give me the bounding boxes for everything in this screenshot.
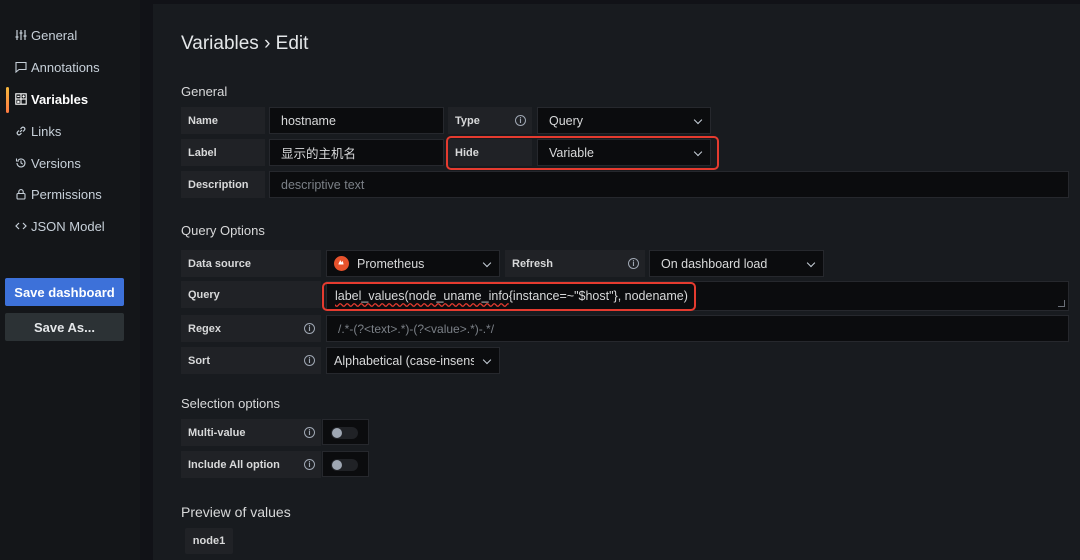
include-all-toggle[interactable] bbox=[331, 459, 358, 471]
multi-value-toggle[interactable] bbox=[331, 427, 358, 439]
description-label: Description bbox=[181, 171, 265, 198]
sidebar-item-links[interactable]: Links bbox=[0, 117, 140, 145]
save-dashboard-button[interactable]: Save dashboard bbox=[5, 278, 124, 306]
multi-value-switch-container bbox=[322, 419, 369, 445]
include-all-switch-container bbox=[322, 451, 369, 477]
regex-input[interactable]: /.*-(?<text>.*)-(?<value>.*)-.*/ bbox=[326, 315, 1069, 342]
save-as-button[interactable]: Save As... bbox=[5, 313, 124, 341]
sidebar-item-variables[interactable]: Variables bbox=[0, 85, 140, 113]
name-input[interactable]: hostname bbox=[269, 107, 444, 134]
history-icon bbox=[14, 157, 27, 170]
preview-section-title: Preview of values bbox=[181, 504, 291, 520]
info-icon[interactable]: i bbox=[304, 355, 315, 366]
lock-icon bbox=[14, 188, 27, 201]
multi-value-label: Multi-value i bbox=[181, 419, 321, 446]
sidebar-item-annotations[interactable]: Annotations bbox=[0, 53, 140, 81]
sidebar-item-label: Annotations bbox=[31, 59, 100, 75]
code-icon bbox=[14, 220, 27, 233]
settings-sidebar: General Annotations Variables Links Vers… bbox=[0, 0, 140, 560]
sort-label: Sort i bbox=[181, 347, 321, 374]
sidebar-item-general[interactable]: General bbox=[0, 21, 140, 49]
type-select-value: Query bbox=[549, 113, 584, 128]
info-icon[interactable]: i bbox=[304, 323, 315, 334]
sidebar-item-label: Permissions bbox=[31, 186, 102, 202]
sidebar-item-label: General bbox=[31, 27, 78, 43]
sidebar-item-label: Variables bbox=[31, 91, 89, 107]
calculator-icon bbox=[14, 93, 27, 106]
label-label: Label bbox=[181, 139, 265, 166]
datasource-select-value: Prometheus bbox=[357, 256, 425, 271]
sidebar-item-versions[interactable]: Versions bbox=[0, 149, 140, 177]
resize-handle[interactable] bbox=[1058, 300, 1065, 307]
general-section-title: General bbox=[181, 84, 228, 99]
type-select[interactable]: Query bbox=[537, 107, 711, 134]
chevron-down-icon bbox=[693, 115, 703, 125]
page-title: Variables › Edit bbox=[181, 33, 309, 54]
info-icon[interactable]: i bbox=[304, 459, 315, 470]
sort-select[interactable]: Alphabetical (case-insens bbox=[326, 347, 500, 374]
datasource-label: Data source bbox=[181, 250, 321, 277]
prometheus-icon bbox=[334, 256, 349, 271]
preview-value-chip: node1 bbox=[185, 528, 233, 554]
chevron-down-icon bbox=[806, 258, 816, 268]
sort-select-value: Alphabetical (case-insens bbox=[334, 353, 474, 368]
include-all-label: Include All option i bbox=[181, 451, 321, 478]
type-label: Type i bbox=[448, 107, 532, 134]
sidebar-item-json-model[interactable]: JSON Model bbox=[0, 212, 140, 240]
chevron-down-icon bbox=[482, 258, 492, 268]
comment-icon bbox=[14, 61, 27, 74]
refresh-label: Refresh i bbox=[505, 250, 645, 277]
sidebar-item-label: JSON Model bbox=[31, 218, 105, 234]
info-icon[interactable]: i bbox=[515, 115, 526, 126]
link-icon bbox=[14, 125, 27, 138]
info-icon[interactable]: i bbox=[628, 258, 639, 269]
refresh-select[interactable]: On dashboard load bbox=[649, 250, 824, 277]
query-options-section-title: Query Options bbox=[181, 223, 265, 238]
query-label: Query bbox=[181, 281, 321, 308]
description-input[interactable]: descriptive text bbox=[269, 171, 1069, 198]
regex-label: Regex i bbox=[181, 315, 321, 342]
sidebar-item-label: Versions bbox=[31, 155, 81, 171]
refresh-select-value: On dashboard load bbox=[661, 256, 768, 271]
datasource-select[interactable]: Prometheus bbox=[326, 250, 500, 277]
sidebar-item-permissions[interactable]: Permissions bbox=[0, 180, 140, 208]
name-label: Name bbox=[181, 107, 265, 134]
sidebar-item-label: Links bbox=[31, 123, 62, 139]
sliders-icon bbox=[14, 29, 27, 42]
chevron-down-icon bbox=[482, 355, 492, 365]
label-input[interactable]: 显示的主机名 bbox=[269, 139, 444, 166]
selection-options-section-title: Selection options bbox=[181, 396, 281, 411]
highlight-annotation bbox=[322, 282, 696, 311]
info-icon[interactable]: i bbox=[304, 427, 315, 438]
highlight-annotation bbox=[446, 136, 719, 170]
